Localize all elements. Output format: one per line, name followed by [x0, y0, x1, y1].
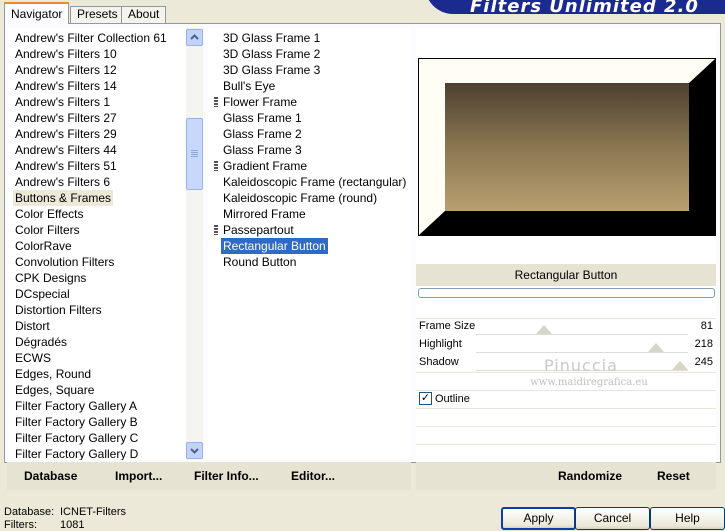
category-item[interactable]: Andrew's Filters 6 [13, 174, 112, 190]
watermark-site: www.maidiregrafica.eu [530, 377, 648, 388]
filter-item[interactable]: Mirrored Frame [221, 206, 308, 222]
app-title: Filters Unlimited 2.0 [470, 0, 699, 17]
filter-info-button[interactable]: Filter Info... [194, 469, 259, 483]
category-item[interactable]: Color Effects [13, 206, 85, 222]
category-item[interactable]: Dégradés [13, 334, 69, 350]
filter-item[interactable]: 3D Glass Frame 3 [221, 62, 322, 78]
randomize-button[interactable]: Randomize [558, 469, 622, 483]
filter-list[interactable]: 3D Glass Frame 1 3D Glass Frame 2 3D Glass… [208, 28, 411, 460]
slider-thumb[interactable] [648, 343, 665, 352]
category-item[interactable]: Convolution Filters [13, 254, 116, 270]
category-item[interactable]: Buttons & Frames [13, 190, 114, 206]
category-item[interactable]: Andrew's Filters 12 [13, 62, 119, 78]
filters-count-value: 1081 [60, 519, 85, 531]
filter-item[interactable]: Kaleidoscopic Frame (round) [221, 190, 379, 206]
progress-bar [418, 288, 715, 298]
category-item[interactable]: Edges, Round [13, 366, 93, 382]
slider-value: 245 [694, 356, 713, 368]
filter-item[interactable]: Glass Frame 3 [221, 142, 304, 158]
outline-label: Outline [435, 393, 470, 405]
category-item[interactable]: ColorRave [13, 238, 74, 254]
filter-item[interactable]: Passepartout [221, 222, 296, 238]
filter-item[interactable]: Kaleidoscopic Frame (rectangular) [221, 174, 408, 190]
outline-checkbox[interactable]: ✓ [419, 392, 432, 405]
filter-item[interactable]: Gradient Frame [221, 158, 309, 174]
slider-thumb[interactable] [671, 361, 688, 370]
filter-item[interactable]: Rectangular Button [221, 238, 328, 254]
slider-value: 218 [694, 338, 713, 350]
filter-marker-icon [214, 97, 218, 107]
category-item[interactable]: Andrew's Filters 27 [13, 110, 119, 126]
import-button[interactable]: Import... [115, 469, 162, 483]
reset-button[interactable]: Reset [657, 469, 690, 483]
category-item[interactable]: Filter Factory Gallery B [13, 414, 140, 430]
database-button[interactable]: Database [24, 469, 77, 483]
scroll-thumb[interactable] [186, 118, 203, 190]
filter-marker-icon [214, 161, 218, 171]
tab-navigator[interactable]: Navigator [4, 2, 70, 24]
filter-item[interactable]: 3D Glass Frame 1 [221, 30, 322, 46]
category-item[interactable]: Andrew's Filters 44 [13, 142, 119, 158]
tab-presets[interactable]: Presets [70, 6, 125, 23]
category-item[interactable]: Color Filters [13, 222, 82, 238]
editor-button[interactable]: Editor... [291, 469, 335, 483]
watermark-name: Pinuccia [544, 356, 618, 375]
filter-name: Rectangular Button [416, 264, 716, 286]
slider-thumb[interactable] [535, 325, 552, 334]
category-item[interactable]: Andrew's Filter Collection 61 [13, 30, 169, 46]
category-item[interactable]: Andrew's Filters 10 [13, 46, 119, 62]
scroll-down-button[interactable] [186, 442, 203, 459]
slider-highlight[interactable]: Highlight 218 [416, 336, 716, 354]
category-item[interactable]: Filter Factory Gallery A [13, 398, 139, 414]
filter-item[interactable]: Glass Frame 2 [221, 126, 304, 142]
cancel-button[interactable]: Cancel [575, 507, 650, 530]
filter-item[interactable]: Flower Frame [221, 94, 299, 110]
help-button[interactable]: Help [650, 507, 725, 530]
category-list[interactable]: Andrew's Filter Collection 61 Andrew's Fi… [8, 28, 186, 460]
slider-value: 81 [700, 320, 713, 332]
filter-marker-icon [214, 225, 218, 235]
filter-item[interactable]: Glass Frame 1 [221, 110, 304, 126]
category-item[interactable]: CPK Designs [13, 270, 88, 286]
watermark: Pinuccia www.maidiregrafica.eu [530, 356, 648, 388]
scroll-up-button[interactable] [186, 29, 203, 46]
preview-image [418, 58, 716, 236]
category-item[interactable]: Andrew's Filters 14 [13, 78, 119, 94]
slider-frame-size[interactable]: Frame Size 81 [416, 318, 716, 336]
database-status-label: Database: [4, 506, 55, 518]
category-item[interactable]: Filter Factory Gallery D [13, 446, 140, 460]
filters-count-label: Filters: [4, 519, 37, 531]
category-item[interactable]: Andrew's Filters 51 [13, 158, 119, 174]
slider-label: Shadow [419, 356, 459, 368]
apply-button[interactable]: Apply [501, 507, 576, 530]
filter-item[interactable]: Bull's Eye [221, 78, 277, 94]
category-item[interactable]: Andrew's Filters 29 [13, 126, 119, 142]
filter-item[interactable]: 3D Glass Frame 2 [221, 46, 322, 62]
category-item[interactable]: Filter Factory Gallery C [13, 430, 140, 446]
tab-about[interactable]: About [121, 6, 167, 23]
category-item[interactable]: Edges, Square [13, 382, 96, 398]
database-status-value: ICNET-Filters [60, 506, 126, 518]
parameter-toolbar: Randomize Reset [416, 462, 716, 490]
filter-item[interactable]: Round Button [221, 254, 298, 270]
category-item[interactable]: ECWS [13, 350, 53, 366]
slider-label: Highlight [419, 338, 462, 350]
navigator-toolbar: Database Import... Filter Info... Editor… [7, 462, 411, 490]
category-item[interactable]: Andrew's Filters 1 [13, 94, 112, 110]
category-item[interactable]: Distortion Filters [13, 302, 104, 318]
slider-label: Frame Size [419, 320, 476, 332]
chevron-up-icon [190, 34, 199, 40]
category-scrollbar[interactable] [186, 28, 203, 460]
category-item[interactable]: DCspecial [13, 286, 72, 302]
category-item[interactable]: Distort [13, 318, 52, 334]
chevron-down-icon [190, 448, 199, 454]
